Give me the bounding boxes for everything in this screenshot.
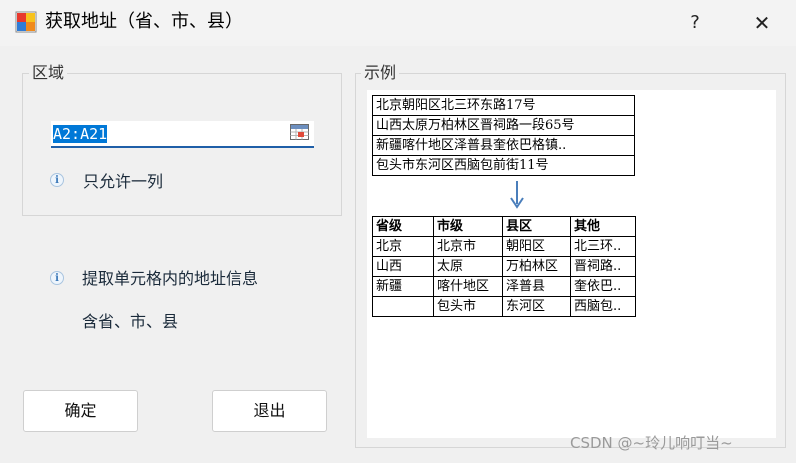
- table-cell: 新疆: [372, 276, 434, 297]
- table-cell: [372, 296, 434, 317]
- down-arrow-icon: [510, 181, 524, 209]
- table-cell: 东河区: [502, 296, 571, 317]
- table-row: 北京 北京市 朝阳区 北三环..: [372, 236, 636, 257]
- table-cell: 新疆喀什地区泽普县奎依巴格镇..: [372, 135, 635, 156]
- example-preview: 北京朝阳区北三环东路17号 山西太原万柏林区晋祠路一段65号 新疆喀什地区泽普县…: [367, 90, 776, 438]
- table-cell: 喀什地区: [433, 276, 503, 297]
- example-group-legend: 示例: [361, 63, 400, 83]
- table-row: 山西 太原 万柏林区 晋祠路..: [372, 256, 636, 277]
- table-row: 新疆 喀什地区 泽普县 奎依巴..: [372, 276, 636, 297]
- help-button[interactable]: ?: [678, 8, 712, 38]
- app-icon: [15, 11, 37, 33]
- table-cell: 北京朝阳区北三环东路17号: [372, 95, 635, 116]
- table-row: 新疆喀什地区泽普县奎依巴格镇..: [372, 135, 635, 156]
- table-row: 包头市东河区西脑包前街11号: [372, 155, 635, 176]
- table-row: 山西太原万柏林区晋祠路一段65号: [372, 115, 635, 136]
- table-cell: 西脑包..: [570, 296, 636, 317]
- table-cell: 晋祠路..: [570, 256, 636, 277]
- range-picker-icon[interactable]: [290, 124, 309, 140]
- result-table: 省级 市级 县区 其他 北京 北京市 朝阳区 北三环.. 山西 太原 万柏林区 …: [372, 216, 636, 317]
- table-row: 北京朝阳区北三环东路17号: [372, 95, 635, 116]
- range-input[interactable]: [51, 123, 285, 145]
- info-icon: i: [50, 271, 64, 285]
- column-header: 市级: [433, 216, 503, 237]
- table-row: 包头市 东河区 西脑包..: [372, 296, 636, 317]
- table-cell: 山西: [372, 256, 434, 277]
- table-cell: 万柏林区: [502, 256, 571, 277]
- table-cell: 北京: [372, 236, 434, 257]
- table-cell: 包头市东河区西脑包前街11号: [372, 155, 635, 176]
- watermark: CSDN @~玲儿响叮当~: [570, 434, 733, 452]
- table-cell: 太原: [433, 256, 503, 277]
- table-cell: 山西太原万柏林区晋祠路一段65号: [372, 115, 635, 136]
- table-cell: 北京市: [433, 236, 503, 257]
- table-header-row: 省级 市级 县区 其他: [372, 216, 636, 237]
- description-line2: 含省、市、县: [82, 312, 179, 331]
- ok-button[interactable]: 确定: [23, 390, 138, 432]
- source-address-table: 北京朝阳区北三环东路17号 山西太原万柏林区晋祠路一段65号 新疆喀什地区泽普县…: [372, 95, 635, 176]
- single-column-hint: 只允许一列: [83, 172, 164, 191]
- window-title: 获取地址（省、市、县）: [45, 11, 243, 32]
- table-cell: 包头市: [433, 296, 503, 317]
- column-header: 县区: [502, 216, 571, 237]
- column-header: 其他: [570, 216, 636, 237]
- table-cell: 奎依巴..: [570, 276, 636, 297]
- range-input-container: [51, 121, 314, 148]
- column-header: 省级: [372, 216, 434, 237]
- table-cell: 北三环..: [570, 236, 636, 257]
- table-cell: 朝阳区: [502, 236, 571, 257]
- table-cell: 泽普县: [502, 276, 571, 297]
- info-icon: i: [50, 173, 64, 187]
- description-line1: 提取单元格内的地址信息: [82, 269, 259, 288]
- close-button[interactable]: ✕: [742, 8, 782, 38]
- exit-button[interactable]: 退出: [212, 390, 327, 432]
- range-group-legend: 区域: [29, 63, 68, 83]
